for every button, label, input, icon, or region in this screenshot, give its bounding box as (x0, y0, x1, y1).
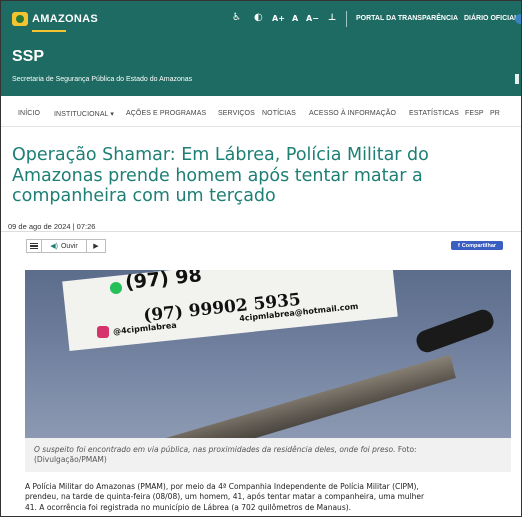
amazonas-government-logo[interactable]: AMAZONAS (12, 10, 98, 32)
contrast-toggle-icon[interactable]: ◐ (254, 12, 263, 23)
article-paragraph-line: 41. A ocorrência foi registrada no munic… (25, 502, 352, 512)
transparency-portal-link[interactable]: PORTAL DA TRANSPARÊNCIA (356, 15, 458, 22)
nav-item-institucional[interactable]: INSTITUCIONAL ▾ (54, 110, 114, 118)
topbar-divider (346, 11, 347, 27)
article-photo[interactable]: (97) 98 (97) 99902 5935 @4cipmlabrea 4ci… (25, 270, 511, 438)
gov-name: AMAZONAS (32, 13, 98, 25)
official-gazette-link[interactable]: DIÁRIO OFICIAL (464, 15, 518, 22)
caption-credit-prefix: Foto: (397, 445, 417, 454)
article-title: Operação Shamar: Em Lábrea, Polícia Mili… (12, 145, 512, 207)
share-label: Compartilhar (461, 242, 497, 249)
play-icon: ▶ (93, 243, 99, 250)
article-title-line: companheira com um terçado (12, 186, 276, 206)
nav-item-estatisticas[interactable]: ESTATÍSTICAS (409, 110, 459, 117)
facebook-icon: f (457, 242, 460, 249)
machete-handle (413, 306, 497, 356)
nav-item-acoes-programas[interactable]: AÇÕES E PROGRAMAS (126, 110, 206, 117)
nav-item-inicio[interactable]: INÍCIO (18, 110, 40, 117)
user-menu-icon[interactable] (515, 14, 522, 24)
hamburger-icon (30, 242, 38, 250)
font-increase-button[interactable]: A+ (272, 14, 285, 23)
caption-credit: (Divulgação/PMAM) (34, 455, 107, 464)
nav-item-noticias[interactable]: NOTÍCIAS (262, 110, 296, 117)
machete-blade (91, 355, 460, 438)
font-decrease-button[interactable]: A− (306, 14, 319, 23)
date-divider (0, 231, 522, 232)
nav-item-acesso-informacao[interactable]: ACESSO À INFORMAÇÃO (309, 110, 396, 117)
player-menu-button[interactable] (27, 240, 42, 252)
article-paragraph-line: A Polícia Militar do Amazonas (PMAM), po… (25, 482, 419, 491)
article-body: A Polícia Militar do Amazonas (PMAM), po… (25, 482, 522, 513)
listen-button[interactable]: ◀) Ouvir (42, 240, 87, 252)
article-title-line: Operação Shamar: Em Lábrea, Polícia Mili… (12, 145, 429, 165)
instagram-icon (97, 326, 109, 338)
wheelchair-accessibility-icon[interactable]: ♿ (232, 12, 241, 23)
share-button[interactable]: f Compartilhar (451, 241, 503, 250)
nav-item-fesp[interactable]: FESP (465, 110, 484, 117)
caption-text: O suspeito foi encontrado em via pública… (34, 445, 396, 454)
article-title-line: Amazonas prende homem após tentar matar … (12, 165, 423, 186)
listen-label: Ouvir (60, 242, 78, 250)
audio-player: ◀) Ouvir ▶ (26, 239, 106, 253)
nav-item-overflow[interactable]: PR (490, 110, 500, 117)
whatsapp-icon (110, 282, 122, 294)
nav-item-servicos[interactable]: SERVIÇOS (218, 110, 255, 117)
site-acronym[interactable]: SSP (12, 48, 44, 66)
font-default-button[interactable]: A (292, 14, 298, 23)
speaker-icon: ◀) (50, 243, 58, 250)
site-header (0, 38, 522, 96)
article-paragraph-line: prendeu, na tarde de quinta-feira (08/08… (25, 492, 425, 502)
header-search-edge[interactable] (515, 74, 519, 84)
site-subtitle: Secretaria de Segurança Pública do Estad… (12, 76, 193, 83)
play-button[interactable]: ▶ (87, 240, 105, 252)
sitemap-icon[interactable]: ⊥ (328, 13, 336, 23)
photo-caption: O suspeito foi encontrado em via pública… (34, 445, 504, 465)
amazonas-emblem-icon (12, 12, 28, 26)
logo-underline (32, 30, 66, 32)
article-date: 09 de ago de 2024 | 07:26 (8, 222, 96, 231)
